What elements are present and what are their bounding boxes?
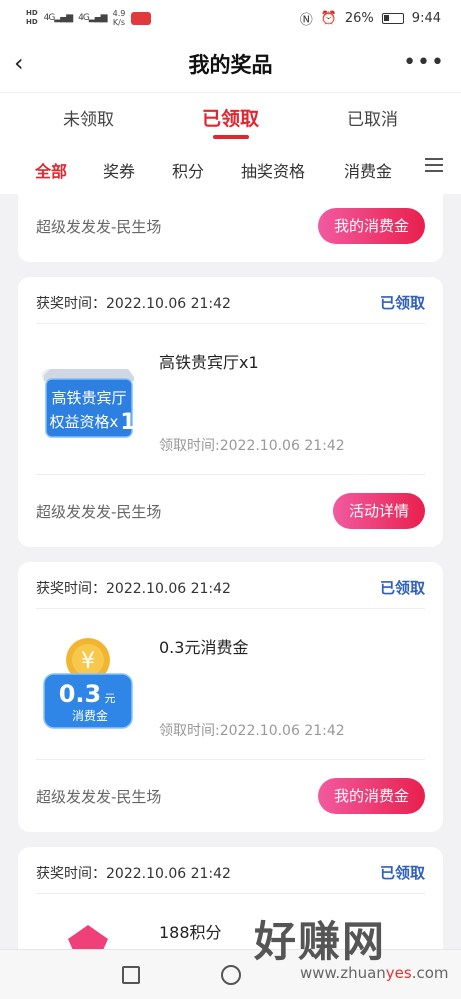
- status-badge: 已领取: [379, 864, 425, 882]
- prize-source: 超级发发发-民生场: [36, 503, 162, 521]
- activity-details-button[interactable]: 活动详情: [332, 493, 425, 529]
- tab-claimed[interactable]: 已领取: [202, 104, 259, 131]
- thumb-line-1: 高铁贵宾厅: [51, 389, 126, 407]
- hd-label-1: HD: [26, 9, 38, 17]
- battery-icon: [381, 12, 404, 24]
- train-lounge-thumbnail: 高铁贵宾厅 权益资格x 1: [42, 369, 136, 438]
- alarm-icon: ⏰: [320, 10, 337, 26]
- my-credit-button[interactable]: 我的消费金: [317, 778, 425, 814]
- battery-percent: 26%: [344, 10, 374, 26]
- network-speed: 4.9 K/s: [112, 9, 126, 27]
- category-points[interactable]: 积分: [172, 158, 204, 182]
- thumb-number: 1: [120, 410, 135, 435]
- tab-unclaimed[interactable]: 未领取: [63, 105, 114, 130]
- more-icon[interactable]: •••: [403, 48, 445, 78]
- divider: [36, 608, 425, 609]
- home-icon[interactable]: [221, 965, 241, 985]
- watermark-logo: 好赚网: [254, 917, 387, 966]
- prize-name: 高铁贵宾厅x1: [159, 353, 259, 372]
- nfc-icon: Ⓝ: [299, 12, 313, 28]
- menu-icon[interactable]: [425, 158, 443, 176]
- tab-indicator: [213, 135, 249, 139]
- claim-time: 领取时间:2022.10.06 21:42: [159, 723, 345, 739]
- prize-source: 超级发发发-民生场: [36, 788, 162, 806]
- status-tabs: 未领取 已领取 已取消: [0, 92, 461, 144]
- hd-badges: HD HD: [26, 9, 38, 27]
- signal-icon: 4G▂▄▆: [43, 13, 73, 23]
- status-bar: HD HD 4G▂▄▆ 4G▂▄▆ 4.9 K/s Ⓝ ⏰ 26% 9:44: [0, 0, 461, 36]
- prize-source: 超级发发发-民生场: [36, 218, 162, 236]
- prize-name: 0.3元消费金: [159, 638, 249, 657]
- app-notification-icon: [131, 11, 152, 25]
- title-bar: ‹ 我的奖品 •••: [0, 36, 461, 92]
- status-right: Ⓝ ⏰ 26% 9:44: [300, 9, 441, 28]
- prize-name: 188积分: [159, 923, 222, 942]
- back-icon[interactable]: ‹: [14, 48, 44, 78]
- claim-time: 领取时间:2022.10.06 21:42: [159, 438, 345, 454]
- prize-card: 获奖时间：2022.10.06 21:42 已领取 高铁贵宾厅 权益资格x 1 …: [18, 277, 443, 547]
- status-badge: 已领取: [379, 294, 425, 312]
- page-title: 我的奖品: [188, 53, 273, 77]
- status-left: HD HD 4G▂▄▆ 4G▂▄▆ 4.9 K/s: [26, 9, 152, 27]
- win-time: 获奖时间：2022.10.06 21:42: [36, 866, 231, 882]
- watermark-url: www.zhuanyes.com: [300, 964, 449, 982]
- category-all[interactable]: 全部: [35, 158, 67, 182]
- signal-icon-2: 4G▂▄▆: [78, 13, 107, 23]
- spending-credit-thumbnail: ¥ 0.3 元 消费金: [43, 638, 133, 729]
- divider: [36, 474, 425, 475]
- recent-apps-icon[interactable]: [122, 966, 140, 984]
- category-coupons[interactable]: 奖券: [103, 158, 135, 182]
- prize-card: 超级发发发-民生场 我的消费金: [18, 194, 443, 262]
- win-time: 获奖时间：2022.10.06 21:42: [36, 296, 231, 312]
- coin-icon: ¥: [81, 649, 95, 674]
- tab-cancelled[interactable]: 已取消: [347, 105, 398, 130]
- thumb-label: 消费金: [72, 708, 108, 723]
- status-badge: 已领取: [379, 579, 425, 597]
- category-lottery[interactable]: 抽奖资格: [241, 158, 305, 182]
- category-bar: 全部 奖券 积分 抽奖资格 消费金: [0, 144, 461, 194]
- thumb-line-2: 权益资格x: [50, 413, 119, 431]
- divider: [36, 759, 425, 760]
- my-credit-button[interactable]: 我的消费金: [317, 208, 425, 244]
- thumb-unit: 元: [105, 692, 116, 705]
- hd-label-2: HD: [26, 18, 38, 26]
- divider: [36, 893, 425, 894]
- category-spending-credit[interactable]: 消费金: [344, 158, 392, 182]
- prize-card: 获奖时间：2022.10.06 21:42 已领取 ¥ 0.3 元 消费金 0.…: [18, 562, 443, 832]
- divider: [36, 323, 425, 324]
- site-watermark: 好赚网 www.zhuanyes.com: [248, 908, 449, 988]
- win-time: 获奖时间：2022.10.06 21:42: [36, 581, 231, 597]
- thumb-amount: 0.3: [59, 680, 102, 708]
- clock: 9:44: [411, 10, 441, 26]
